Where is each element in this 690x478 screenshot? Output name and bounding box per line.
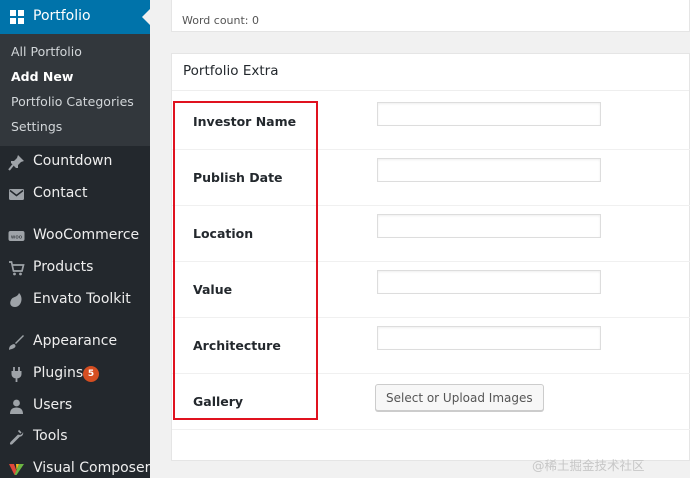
menu-visual-composer-label: Visual Composer: [33, 460, 150, 476]
location-label: Location: [193, 226, 254, 241]
paintbrush-icon: [9, 335, 24, 350]
select-upload-images-button[interactable]: Select or Upload Images: [375, 384, 544, 411]
menu-contact-label: Contact: [33, 185, 88, 201]
menu-countdown-label: Countdown: [33, 153, 113, 169]
investor-name-label: Investor Name: [193, 114, 297, 129]
gallery-label: Gallery: [193, 394, 244, 409]
value-label: Value: [193, 282, 233, 297]
value-input[interactable]: [377, 270, 601, 294]
menu-products[interactable]: Products: [0, 253, 150, 283]
submenu-add-new[interactable]: Add New: [11, 69, 73, 84]
portfolio-extra-metabox: Portfolio Extra Investor Name Publish Da…: [171, 53, 690, 461]
publish-date-label: Publish Date: [193, 170, 283, 185]
architecture-input[interactable]: [377, 326, 601, 350]
visual-composer-icon: [9, 464, 24, 475]
menu-envato-toolkit[interactable]: Envato Toolkit: [0, 285, 150, 315]
menu-portfolio[interactable]: Portfolio: [0, 0, 150, 34]
menu-countdown[interactable]: Countdown: [0, 147, 150, 177]
pin-icon: [8, 155, 24, 171]
menu-contact[interactable]: Contact: [0, 179, 150, 209]
menu-portfolio-label: Portfolio: [33, 8, 91, 24]
menu-woocommerce[interactable]: woo WooCommerce: [0, 221, 150, 251]
metabox-title: Portfolio Extra: [183, 63, 279, 79]
investor-name-input[interactable]: [377, 102, 601, 126]
current-menu-arrow: [142, 9, 150, 25]
location-input[interactable]: [377, 214, 601, 238]
submenu-portfolio-categories[interactable]: Portfolio Categories: [11, 94, 134, 109]
plugins-update-badge: 5: [83, 366, 99, 382]
wrench-icon: [9, 429, 24, 445]
menu-users-label: Users: [33, 397, 73, 413]
menu-plugins[interactable]: Plugins 5: [0, 359, 150, 389]
field-row-publish-date: Publish Date: [172, 150, 690, 206]
svg-text:woo: woo: [11, 235, 23, 241]
menu-envato-toolkit-label: Envato Toolkit: [33, 291, 131, 307]
admin-sidebar: Portfolio All Portfolio Add New Portfoli…: [0, 0, 150, 478]
watermark: @稀土掘金技术社区: [532, 458, 645, 473]
field-row-location: Location: [172, 206, 690, 262]
publish-date-input[interactable]: [377, 158, 601, 182]
grid-icon: [10, 10, 24, 24]
field-row-gallery: Gallery Select or Upload Images: [172, 374, 690, 430]
plug-icon: [11, 367, 22, 382]
submenu-all-portfolio[interactable]: All Portfolio: [11, 44, 82, 59]
leaf-icon: [10, 293, 22, 307]
woocommerce-icon: woo: [8, 231, 25, 241]
users-icon: [10, 399, 23, 414]
menu-woocommerce-label: WooCommerce: [33, 227, 140, 243]
submenu-settings[interactable]: Settings: [11, 119, 62, 134]
field-row-architecture: Architecture: [172, 318, 690, 374]
row-divider: [172, 429, 690, 430]
menu-tools-label: Tools: [33, 428, 68, 444]
cart-icon: [9, 261, 25, 276]
menu-users[interactable]: Users: [0, 391, 150, 421]
field-row-value: Value: [172, 262, 690, 318]
menu-products-label: Products: [33, 259, 94, 275]
architecture-label: Architecture: [193, 338, 281, 353]
menu-visual-composer[interactable]: Visual Composer: [0, 454, 150, 478]
editor-status-bar: Word count: 0: [171, 0, 690, 32]
menu-appearance[interactable]: Appearance: [0, 327, 150, 357]
menu-plugins-label: Plugins: [33, 365, 84, 381]
menu-appearance-label: Appearance: [33, 333, 118, 349]
menu-tools[interactable]: Tools: [0, 422, 150, 452]
metabox-divider: [172, 90, 689, 91]
mail-icon: [9, 189, 24, 200]
field-row-investor-name: Investor Name: [172, 94, 690, 150]
word-count: Word count: 0: [182, 14, 260, 27]
portfolio-submenu: All Portfolio Add New Portfolio Categori…: [0, 34, 150, 146]
